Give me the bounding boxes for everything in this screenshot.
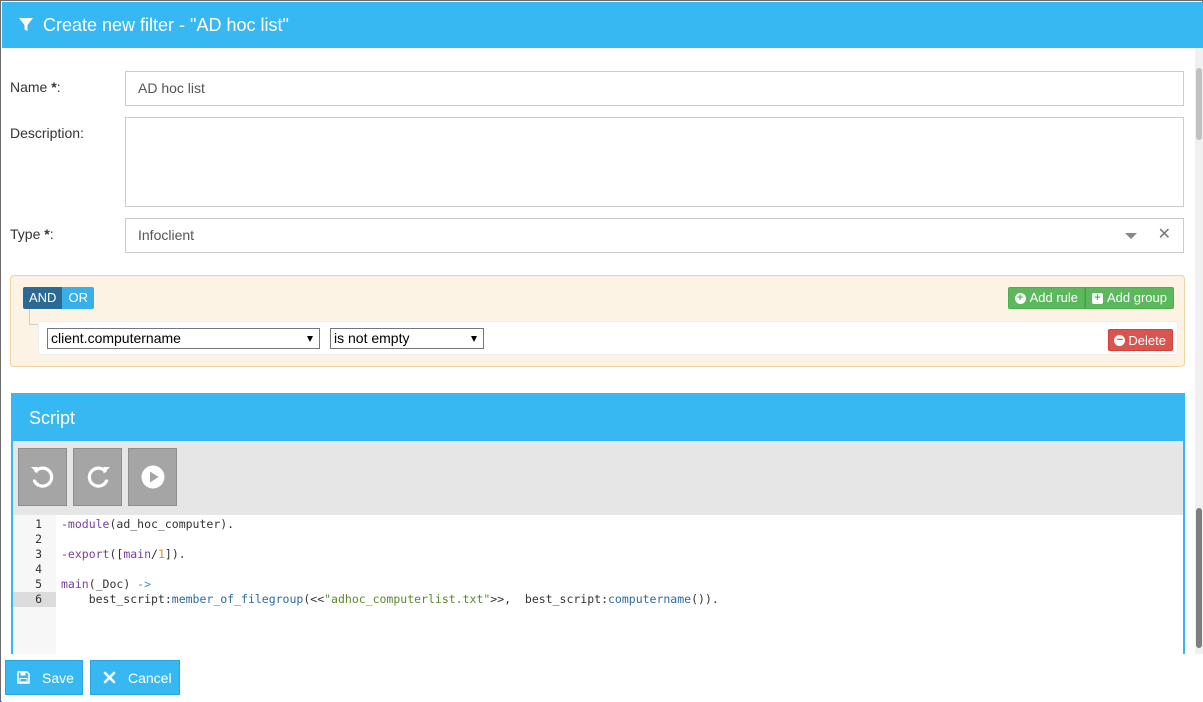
name-label: Name *: bbox=[10, 79, 61, 95]
chevron-down-icon[interactable] bbox=[1125, 233, 1137, 239]
minus-circle-icon: − bbox=[1114, 334, 1126, 346]
dialog-frame: Create new filter - "AD hoc list" Name *… bbox=[0, 0, 1203, 702]
description-textarea[interactable] bbox=[125, 117, 1184, 207]
line-number: 2 bbox=[35, 532, 42, 546]
redo-icon bbox=[87, 466, 110, 488]
name-label-text: Name bbox=[10, 79, 48, 95]
and-button[interactable]: AND bbox=[23, 287, 63, 309]
query-builder: AND OR + Add rule + Add group client.com… bbox=[10, 275, 1185, 367]
line-gutter: 1 2 3 4 5 6 bbox=[13, 515, 56, 654]
scrollbar-thumb-lower[interactable] bbox=[1196, 508, 1202, 648]
add-rule-button[interactable]: + Add rule bbox=[1007, 287, 1085, 309]
save-label: Save bbox=[42, 669, 74, 686]
line-number: 3 bbox=[35, 547, 42, 561]
name-input[interactable]: AD hoc list bbox=[125, 71, 1184, 106]
undo-icon bbox=[30, 466, 53, 488]
rule-operator-select[interactable]: is not empty bbox=[330, 328, 484, 349]
code-editor[interactable]: 1 2 3 4 5 6 -module(ad_hoc_computer). -e… bbox=[13, 515, 1183, 654]
name-required-mark: * bbox=[47, 79, 57, 95]
plus-circle-icon: + bbox=[1014, 292, 1026, 304]
dialog-body: Name *: AD hoc list Description: Type *:… bbox=[2, 48, 1194, 654]
cancel-label: Cancel bbox=[128, 669, 172, 686]
code-lines: -module(ad_hoc_computer). -export([main/… bbox=[61, 517, 1183, 607]
save-icon bbox=[17, 671, 30, 684]
group-actions: + Add rule + Add group bbox=[1007, 287, 1174, 309]
add-group-label: Add group bbox=[1107, 290, 1167, 305]
type-select-value: Infoclient bbox=[138, 227, 195, 243]
script-toolbar bbox=[13, 441, 1183, 515]
rule-row: client.computername is not empty − Delet… bbox=[38, 321, 1178, 355]
add-group-button[interactable]: + Add group bbox=[1085, 287, 1174, 309]
or-button[interactable]: OR bbox=[62, 287, 94, 309]
line-number: 1 bbox=[35, 517, 42, 531]
rule-field-select[interactable]: client.computername bbox=[47, 328, 320, 349]
condition-toggle: AND OR bbox=[23, 287, 94, 309]
code-line: -module(ad_hoc_computer). bbox=[61, 517, 235, 531]
code-line: best_script:member_of_filegroup(<<"adhoc… bbox=[61, 592, 719, 606]
dialog-title: Create new filter - "AD hoc list" bbox=[43, 14, 289, 35]
type-required-mark: * bbox=[40, 226, 50, 242]
line-number: 4 bbox=[35, 562, 42, 576]
delete-rule-button[interactable]: − Delete bbox=[1108, 329, 1173, 351]
line-number: 5 bbox=[35, 577, 42, 591]
name-label-colon: : bbox=[56, 79, 61, 95]
delete-rule-label: Delete bbox=[1128, 332, 1166, 348]
code-line: main(_Doc) -> bbox=[61, 577, 152, 591]
dropdown-arrow-icon bbox=[307, 336, 313, 342]
code-line: -export([main/1]). bbox=[61, 547, 186, 561]
rule-operator-value: is not empty bbox=[334, 330, 410, 346]
dialog-footer: Save Cancel bbox=[2, 654, 1203, 702]
close-icon bbox=[103, 671, 116, 684]
save-button[interactable]: Save bbox=[5, 660, 83, 695]
script-title: Script bbox=[13, 395, 1183, 441]
dropdown-arrow-icon bbox=[471, 336, 477, 342]
type-label-colon: : bbox=[49, 226, 54, 242]
vertical-scrollbar[interactable] bbox=[1195, 48, 1203, 654]
description-label: Description: bbox=[10, 125, 84, 141]
dialog-header: Create new filter - "AD hoc list" bbox=[2, 2, 1203, 48]
scrollbar-thumb[interactable] bbox=[1196, 68, 1202, 140]
type-label-text: Type bbox=[10, 226, 41, 242]
cancel-button[interactable]: Cancel bbox=[90, 660, 180, 695]
line-number-active: 6 bbox=[13, 592, 56, 607]
redo-button[interactable] bbox=[73, 448, 122, 506]
clear-icon[interactable]: ✕ bbox=[1158, 225, 1171, 245]
rule-field-value: client.computername bbox=[51, 330, 181, 346]
type-label: Type *: bbox=[10, 226, 54, 242]
filter-icon bbox=[19, 18, 33, 31]
script-panel: Script 1 2 3 4 5 6 -module(ad_hoc_comput… bbox=[11, 393, 1185, 654]
run-button[interactable] bbox=[128, 448, 177, 506]
add-rule-label: Add rule bbox=[1029, 290, 1078, 305]
undo-button[interactable] bbox=[18, 448, 67, 506]
run-icon bbox=[141, 465, 164, 489]
plus-square-icon: + bbox=[1092, 292, 1103, 304]
type-select[interactable]: Infoclient ✕ bbox=[125, 218, 1184, 253]
